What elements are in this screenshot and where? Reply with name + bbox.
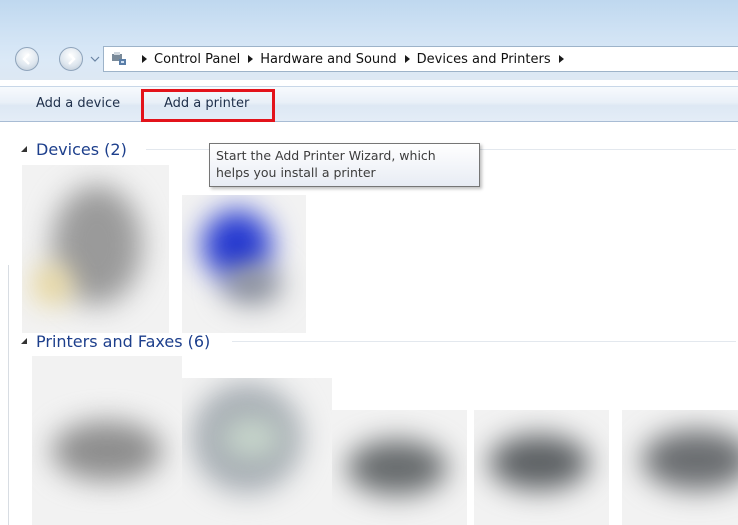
printers-group-header[interactable]: Printers and Faxes (6) bbox=[20, 330, 210, 352]
breadcrumb-arrow-icon[interactable] bbox=[403, 55, 411, 63]
breadcrumb-hardware-and-sound[interactable]: Hardware and Sound bbox=[260, 52, 396, 67]
printers-group-title: Printers and Faxes (6) bbox=[36, 331, 211, 351]
breadcrumb-arrow-icon[interactable] bbox=[140, 55, 148, 63]
printer-item[interactable] bbox=[332, 410, 467, 525]
collapse-triangle-icon[interactable] bbox=[20, 337, 28, 345]
devices-printers-icon bbox=[112, 52, 126, 65]
tooltip-line-2: helps you install a printer bbox=[216, 165, 376, 180]
breadcrumb: Control Panel Hardware and Sound Devices… bbox=[110, 50, 571, 68]
pane-divider bbox=[8, 265, 9, 525]
collapse-triangle-icon[interactable] bbox=[20, 145, 28, 153]
printer-item[interactable] bbox=[622, 410, 738, 525]
group-divider bbox=[232, 341, 736, 342]
add-printer-highlight-box bbox=[141, 89, 275, 122]
devices-group-header[interactable]: Devices (2) bbox=[20, 138, 127, 160]
device-item[interactable] bbox=[182, 195, 306, 333]
add-device-button[interactable]: Add a device bbox=[28, 93, 128, 115]
address-box[interactable]: Control Panel Hardware and Sound Devices… bbox=[103, 46, 738, 72]
breadcrumb-devices-and-printers[interactable]: Devices and Printers bbox=[417, 52, 551, 67]
add-printer-tooltip: Start the Add Printer Wizard, which help… bbox=[209, 143, 480, 187]
history-dropdown-icon[interactable] bbox=[90, 54, 100, 64]
forward-button[interactable] bbox=[59, 47, 83, 71]
printer-item[interactable] bbox=[32, 356, 182, 525]
devices-group-title: Devices (2) bbox=[36, 139, 127, 159]
command-toolbar: Add a device Add a printer bbox=[0, 86, 738, 122]
device-item[interactable] bbox=[22, 165, 169, 333]
tooltip-line-1: Start the Add Printer Wizard, which bbox=[216, 148, 436, 163]
forward-icon bbox=[68, 53, 76, 65]
printer-item[interactable] bbox=[182, 378, 332, 525]
breadcrumb-arrow-icon[interactable] bbox=[246, 55, 254, 63]
back-button[interactable] bbox=[15, 47, 39, 71]
breadcrumb-arrow-icon[interactable] bbox=[557, 55, 565, 63]
back-icon bbox=[22, 53, 30, 65]
breadcrumb-control-panel[interactable]: Control Panel bbox=[154, 52, 240, 67]
address-bar-row: Control Panel Hardware and Sound Devices… bbox=[0, 40, 738, 80]
printer-item[interactable] bbox=[474, 410, 609, 525]
